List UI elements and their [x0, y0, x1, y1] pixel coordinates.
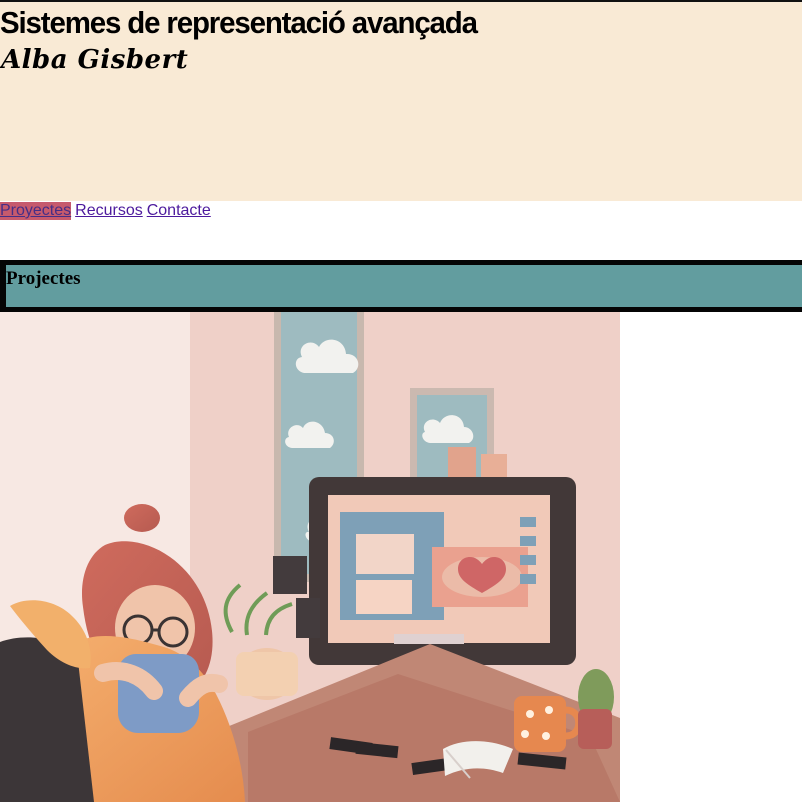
nav-link-contacte[interactable]: Contacte	[147, 202, 211, 220]
main-navigation: Proyectes Recursos Contacte	[0, 201, 211, 221]
nav-link-recursos[interactable]: Recursos	[75, 202, 143, 220]
site-title: Sistemes de representació avançada	[0, 5, 478, 40]
page: Sistemes de representació avançada Alba …	[0, 0, 802, 802]
nav-link-proyectes[interactable]: Proyectes	[0, 202, 72, 220]
illustration-svg	[0, 312, 620, 802]
site-header: Sistemes de representació avançada Alba …	[0, 2, 802, 201]
projects-section-header: Projectes	[0, 260, 802, 312]
author-name: Alba Gisbert	[1, 45, 189, 75]
projects-title: Projectes	[6, 268, 81, 289]
project-illustration	[0, 312, 620, 802]
